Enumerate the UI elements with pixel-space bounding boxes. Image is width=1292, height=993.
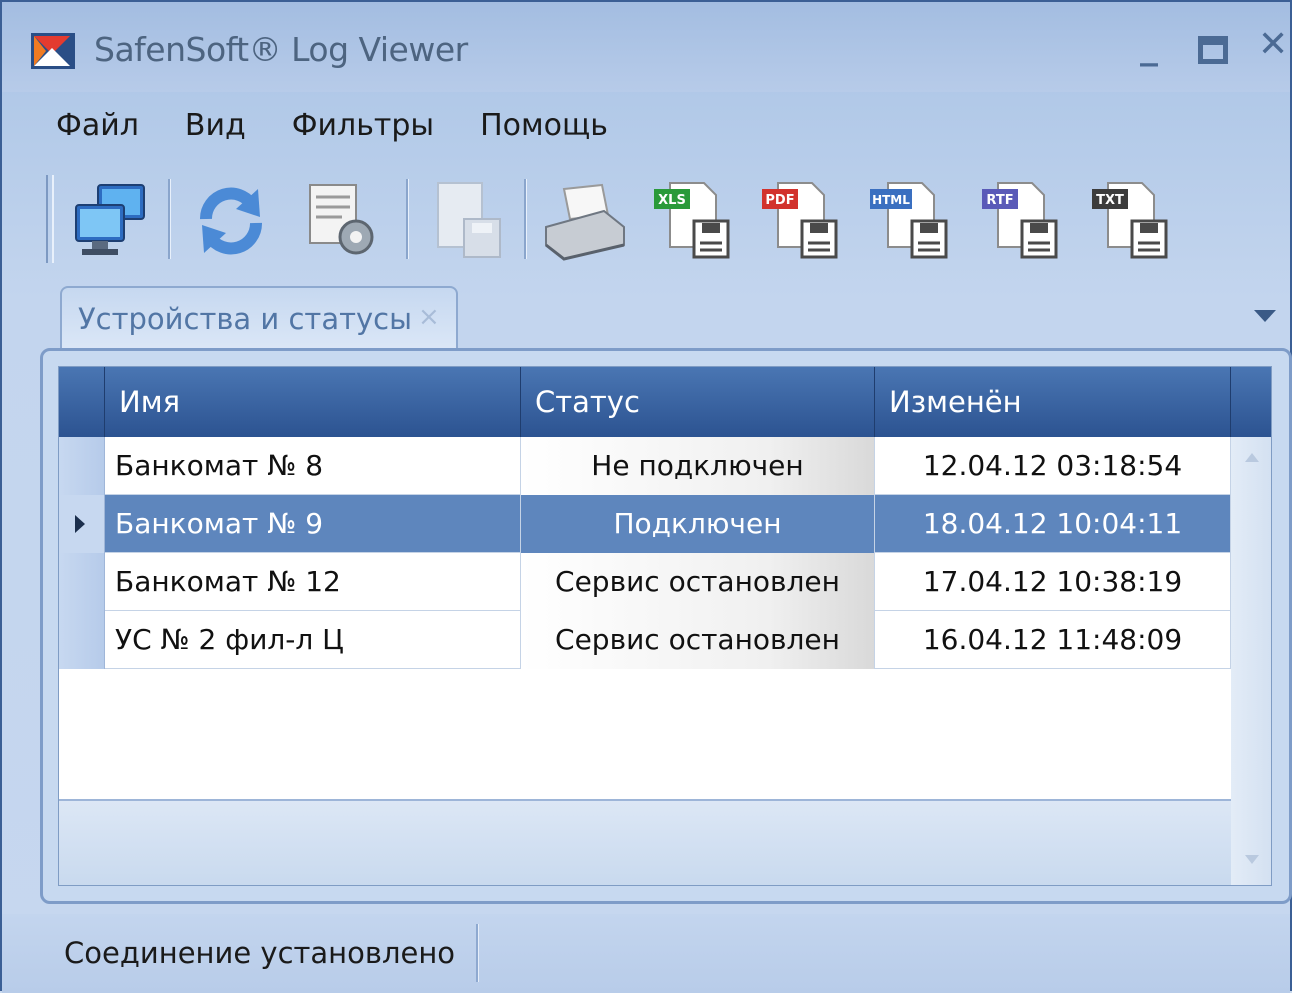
- row-indicator[interactable]: [59, 495, 105, 553]
- refresh-button[interactable]: [186, 175, 276, 265]
- devices-grid: Имя Статус Изменён Банкомат № 8 Не подкл…: [58, 366, 1272, 886]
- connect-button[interactable]: [64, 175, 154, 265]
- close-button[interactable]: ✕: [1258, 24, 1288, 65]
- cell-name: УС № 2 фил-л Ц: [105, 611, 521, 669]
- row-indicator-header: [59, 367, 105, 437]
- minimize-button[interactable]: _: [1140, 26, 1158, 67]
- scroll-up-arrow-icon[interactable]: [1245, 453, 1259, 462]
- cell-status: Подключен: [521, 495, 875, 553]
- cell-status: Сервис остановлен: [521, 553, 875, 611]
- menu-help[interactable]: Помощь: [480, 108, 608, 148]
- menu-bar: Файл Вид Фильтры Помощь: [56, 108, 654, 148]
- column-header-status[interactable]: Статус: [521, 367, 875, 437]
- window-title: SafenSoft® Log Viewer: [94, 30, 468, 69]
- tab-devices-statuses[interactable]: Устройства и статусы ×: [60, 286, 458, 350]
- cell-name: Банкомат № 12: [105, 553, 521, 611]
- table-row[interactable]: Банкомат № 9 Подключен 18.04.12 10:04:11: [59, 495, 1231, 553]
- cell-changed: 18.04.12 10:04:11: [875, 495, 1231, 553]
- column-header-label: Изменён: [889, 385, 1022, 419]
- cell-status: Не подключен: [521, 437, 875, 495]
- app-window: SafenSoft® Log Viewer _ ✕ Файл Вид Фильт…: [0, 0, 1292, 993]
- row-indicator[interactable]: [59, 437, 105, 495]
- row-indicator[interactable]: [59, 611, 105, 669]
- cell-name: Банкомат № 9: [105, 495, 521, 553]
- export-xls-button[interactable]: XLS: [650, 175, 740, 265]
- print-button[interactable]: [538, 175, 628, 265]
- row-indicator[interactable]: [59, 553, 105, 611]
- menu-filters[interactable]: Фильтры: [292, 108, 434, 148]
- maximize-button[interactable]: [1198, 36, 1228, 64]
- scrollbar-header: [1231, 367, 1271, 437]
- report-settings-button[interactable]: [298, 175, 388, 265]
- column-header-changed[interactable]: Изменён: [875, 367, 1231, 437]
- print-icon: [545, 183, 625, 261]
- app-logo-icon: [31, 33, 75, 69]
- connection-status-text: Соединение установлено: [64, 936, 456, 970]
- export-html-button[interactable]: HTML: [868, 175, 958, 265]
- export-pdf-button[interactable]: PDF: [758, 175, 848, 265]
- cell-changed: 17.04.12 10:38:19: [875, 553, 1231, 611]
- export-html-icon: HTML: [870, 182, 948, 259]
- cell-name: Банкомат № 8: [105, 437, 521, 495]
- svg-text:TXT: TXT: [1096, 193, 1124, 208]
- scroll-down-arrow-icon[interactable]: [1245, 855, 1259, 864]
- table-row[interactable]: Банкомат № 12 Сервис остановлен 17.04.12…: [59, 553, 1231, 611]
- svg-text:RTF: RTF: [986, 193, 1013, 208]
- tab-close-icon[interactable]: ×: [418, 302, 440, 332]
- export-xls-icon: XLS: [654, 182, 730, 259]
- toolbar-grip[interactable]: [46, 175, 54, 263]
- cell-changed: 12.04.12 03:18:54: [875, 437, 1231, 495]
- menu-file[interactable]: Файл: [56, 108, 139, 148]
- connect-computers-icon: [75, 184, 145, 255]
- save-disabled-icon: [437, 182, 501, 258]
- cell-changed: 16.04.12 11:48:09: [875, 611, 1231, 669]
- export-txt-icon: TXT: [1092, 182, 1168, 259]
- table-row[interactable]: Банкомат № 8 Не подключен 12.04.12 03:18…: [59, 437, 1231, 495]
- title-bar[interactable]: SafenSoft® Log Viewer _ ✕: [2, 2, 1290, 92]
- svg-text:XLS: XLS: [658, 193, 686, 208]
- toolbar-separator: [406, 179, 409, 259]
- svg-text:HTML: HTML: [872, 193, 910, 207]
- menu-view[interactable]: Вид: [185, 108, 246, 148]
- status-bar: Соединение установлено: [2, 914, 1290, 993]
- status-separator: [476, 924, 479, 982]
- cell-status: Сервис остановлен: [521, 611, 875, 669]
- save-button[interactable]: [424, 175, 514, 265]
- grid-header: Имя Статус Изменён: [59, 367, 1271, 437]
- column-header-label: Имя: [119, 385, 181, 419]
- grid-footer: [59, 799, 1231, 885]
- table-row[interactable]: УС № 2 фил-л Ц Сервис остановлен 16.04.1…: [59, 611, 1231, 669]
- export-rtf-button[interactable]: RTF: [978, 175, 1068, 265]
- export-rtf-icon: RTF: [982, 182, 1058, 259]
- toolbar: XLS PDF HTML RTF TXT: [42, 167, 1202, 267]
- svg-text:PDF: PDF: [765, 193, 794, 208]
- current-row-arrow-icon: [75, 515, 85, 533]
- export-txt-button[interactable]: TXT: [1088, 175, 1178, 265]
- export-pdf-icon: PDF: [762, 182, 838, 259]
- toolbar-separator: [168, 179, 171, 259]
- settings-document-icon: [309, 184, 374, 255]
- tab-list-dropdown-icon[interactable]: [1254, 310, 1276, 322]
- column-header-label: Статус: [535, 385, 640, 419]
- tab-label: Устройства и статусы: [78, 302, 412, 336]
- column-header-name[interactable]: Имя: [105, 367, 521, 437]
- toolbar-separator: [524, 179, 527, 259]
- refresh-icon: [199, 187, 263, 255]
- vertical-scrollbar[interactable]: [1231, 437, 1271, 885]
